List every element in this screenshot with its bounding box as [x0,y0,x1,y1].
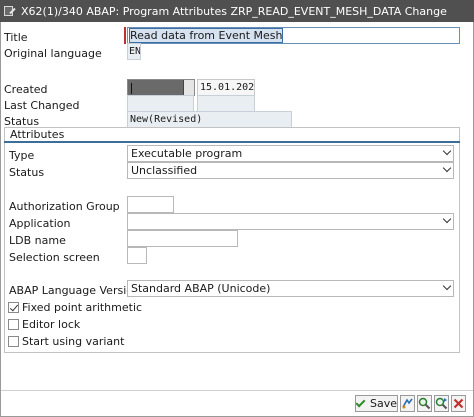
cancel-button[interactable] [451,395,466,412]
required-marker [124,27,126,44]
title-label: Title [4,31,28,44]
created-label: Created [4,83,48,96]
other-object-button[interactable] [400,395,415,412]
type-label: Type [9,149,35,162]
window-titlebar: X62(1)/340 ABAP: Program Attributes ZRP_… [0,0,474,22]
authorization-group-input[interactable] [127,196,174,213]
cancel-icon [453,398,464,409]
title-input[interactable]: Read data from Event Mesh [127,27,460,44]
chevron-down-icon [442,163,452,173]
last-changed-date-field [197,95,255,112]
find-button[interactable] [417,395,432,412]
check-icon [355,397,366,407]
selection-screen-label: Selection screen [9,251,100,264]
attributes-title: Attributes [10,128,65,141]
attributes-header: Attributes [4,127,460,143]
editor-lock-checkbox[interactable] [8,319,19,330]
abap-language-version-value: Standard ABAP (Unicode) [131,282,271,295]
status-field: New(Revised) [127,111,292,128]
application-label: Application [9,217,71,230]
type-select[interactable]: Executable program [127,145,454,162]
last-changed-label: Last Changed [4,99,80,112]
ldb-name-input[interactable] [127,230,238,247]
find-next-icon [435,397,448,410]
created-by-field [127,79,195,96]
start-using-variant-row[interactable]: Start using variant [8,335,124,348]
program-status-label: Status [9,166,45,179]
original-language-label: Original language [4,47,102,60]
application-select[interactable] [127,213,454,230]
fixed-point-arithmetic-checkbox[interactable] [8,302,19,313]
save-label: Save [369,397,397,410]
find-next-button[interactable] [434,395,449,412]
fixed-point-arithmetic-row[interactable]: Fixed point arithmetic [8,301,142,314]
title-value: Read data from Event Mesh [128,28,284,43]
fixed-point-arithmetic-label: Fixed point arithmetic [22,301,143,314]
created-date-field: 15.01.2022 [197,79,255,96]
abap-language-version-select[interactable]: Standard ABAP (Unicode) [127,280,454,297]
window-title: X62(1)/340 ABAP: Program Attributes ZRP_… [21,4,447,18]
start-using-variant-checkbox[interactable] [8,336,19,347]
edit-document-icon [3,5,17,17]
type-value: Executable program [131,147,243,160]
editor-lock-label: Editor lock [22,318,81,331]
footer-separator [1,390,473,391]
chevron-down-icon [442,146,452,156]
start-using-variant-label: Start using variant [22,335,125,348]
other-object-icon [402,398,413,409]
chevron-down-icon [442,214,452,224]
program-status-select[interactable]: Unclassified [127,162,454,179]
program-status-value: Unclassified [131,164,198,177]
selection-screen-input[interactable] [127,247,147,264]
ldb-name-label: LDB name [9,234,66,247]
authorization-group-label: Authorization Group [9,200,120,213]
abap-language-version-label: ABAP Language Version [9,284,140,297]
save-button[interactable]: Save [355,395,398,412]
last-changed-user-field [127,95,194,112]
editor-lock-row[interactable]: Editor lock [8,318,80,331]
find-icon [418,397,431,410]
chevron-down-icon [442,281,452,291]
original-language-field: EN [127,43,141,60]
